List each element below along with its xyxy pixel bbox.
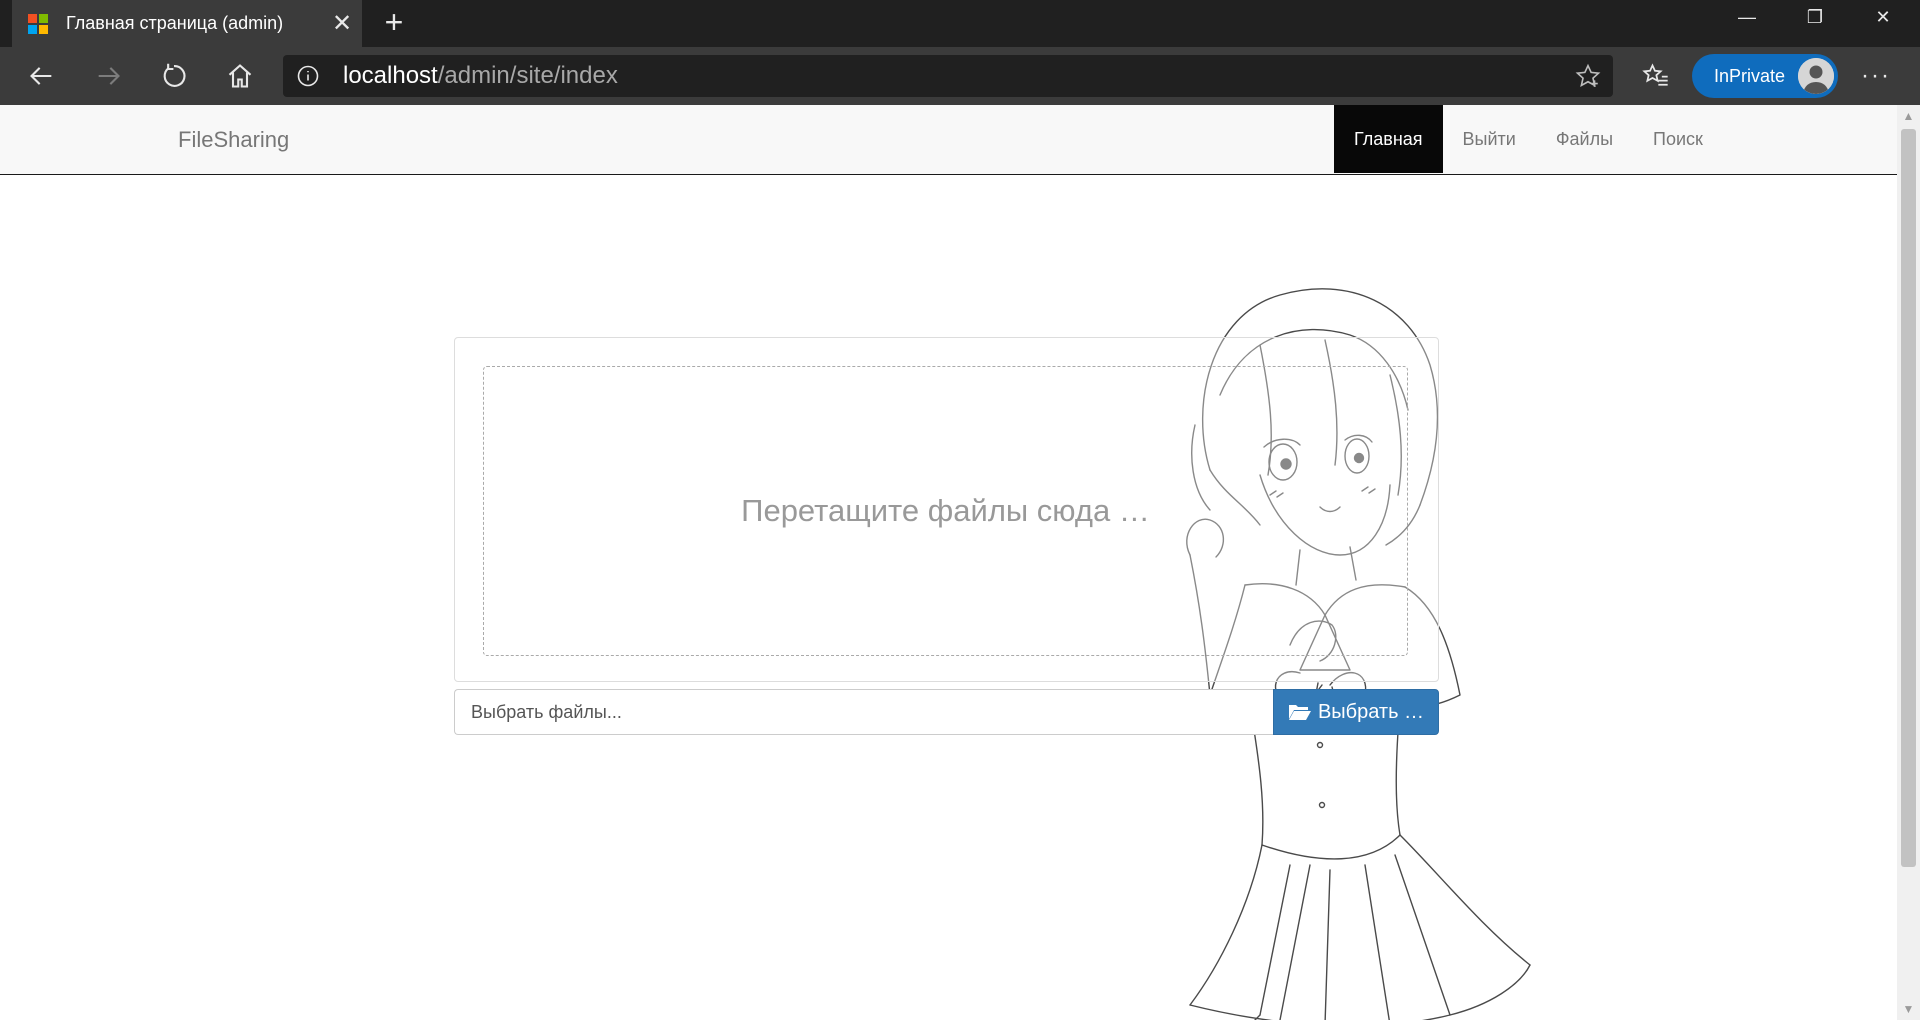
info-icon[interactable] [283,64,333,88]
file-dropzone[interactable]: Перетащите файлы сюда … [483,366,1408,656]
site-navbar: FileSharing Главная Выйти Файлы Поиск [0,105,1897,175]
favorites-icon [1642,63,1668,86]
favorites-button[interactable] [1626,47,1686,105]
tab-title: Главная страница (admin) [66,13,284,33]
windows-logo-icon [28,13,48,34]
avatar [1798,58,1834,94]
close-window-button[interactable]: ✕ [1850,0,1916,36]
browse-button-label: Выбрать … [1317,700,1425,723]
back-arrow-icon [30,67,52,85]
inprivate-label: InPrivate [1714,65,1786,86]
url-host: localhost [343,62,438,89]
site-nav: Главная Выйти Файлы Поиск [1334,105,1723,175]
home-icon [228,64,252,88]
star-icon[interactable] [1563,63,1613,89]
url-text[interactable]: localhost/admin/site/index [333,62,1563,90]
nav-item-files[interactable]: Файлы [1536,105,1633,173]
url-path: /admin/site/index [437,62,618,89]
tab-close-icon[interactable]: ✕ [322,0,362,47]
back-button[interactable] [12,47,72,105]
minimize-button[interactable]: — [1714,0,1780,36]
address-bar[interactable]: localhost/admin/site/index [283,55,1613,97]
refresh-icon [163,63,186,87]
maximize-button[interactable]: ❐ [1782,0,1848,36]
browser-tab[interactable]: Главная страница (admin) ✕ [12,0,362,47]
web-page: FileSharing Главная Выйти Файлы Поиск Пе… [0,105,1897,1020]
browse-files-button[interactable]: Выбрать … [1273,689,1439,735]
nav-item-logout[interactable]: Выйти [1443,105,1536,173]
browser-toolbar: localhost/admin/site/index InPrivate ··· [0,47,1920,105]
forward-arrow-icon [98,67,120,85]
dropzone-container: Перетащите файлы сюда … [454,337,1439,682]
inprivate-button[interactable]: InPrivate [1692,54,1838,98]
file-caption-input[interactable]: Выбрать файлы... [454,689,1273,735]
scroll-down-icon[interactable]: ▼ [1897,1002,1920,1016]
scroll-thumb[interactable] [1901,129,1916,867]
scroll-up-icon[interactable]: ▲ [1897,109,1920,123]
page-scrollbar[interactable]: ▲ ▼ [1897,105,1920,1020]
tab-strip: Главная страница (admin) ✕ + — ❐ ✕ [0,0,1920,47]
new-tab-button[interactable]: + [378,0,410,47]
refresh-button[interactable] [144,47,204,105]
nav-item-home[interactable]: Главная [1334,105,1443,173]
nav-item-search[interactable]: Поиск [1633,105,1723,173]
more-options-button[interactable]: ··· [1846,47,1906,105]
forward-button[interactable] [78,47,138,105]
site-brand[interactable]: FileSharing [178,105,289,175]
home-button[interactable] [210,47,270,105]
dropzone-text: Перетащите файлы сюда … [741,493,1150,528]
folder-open-icon [1288,705,1311,720]
